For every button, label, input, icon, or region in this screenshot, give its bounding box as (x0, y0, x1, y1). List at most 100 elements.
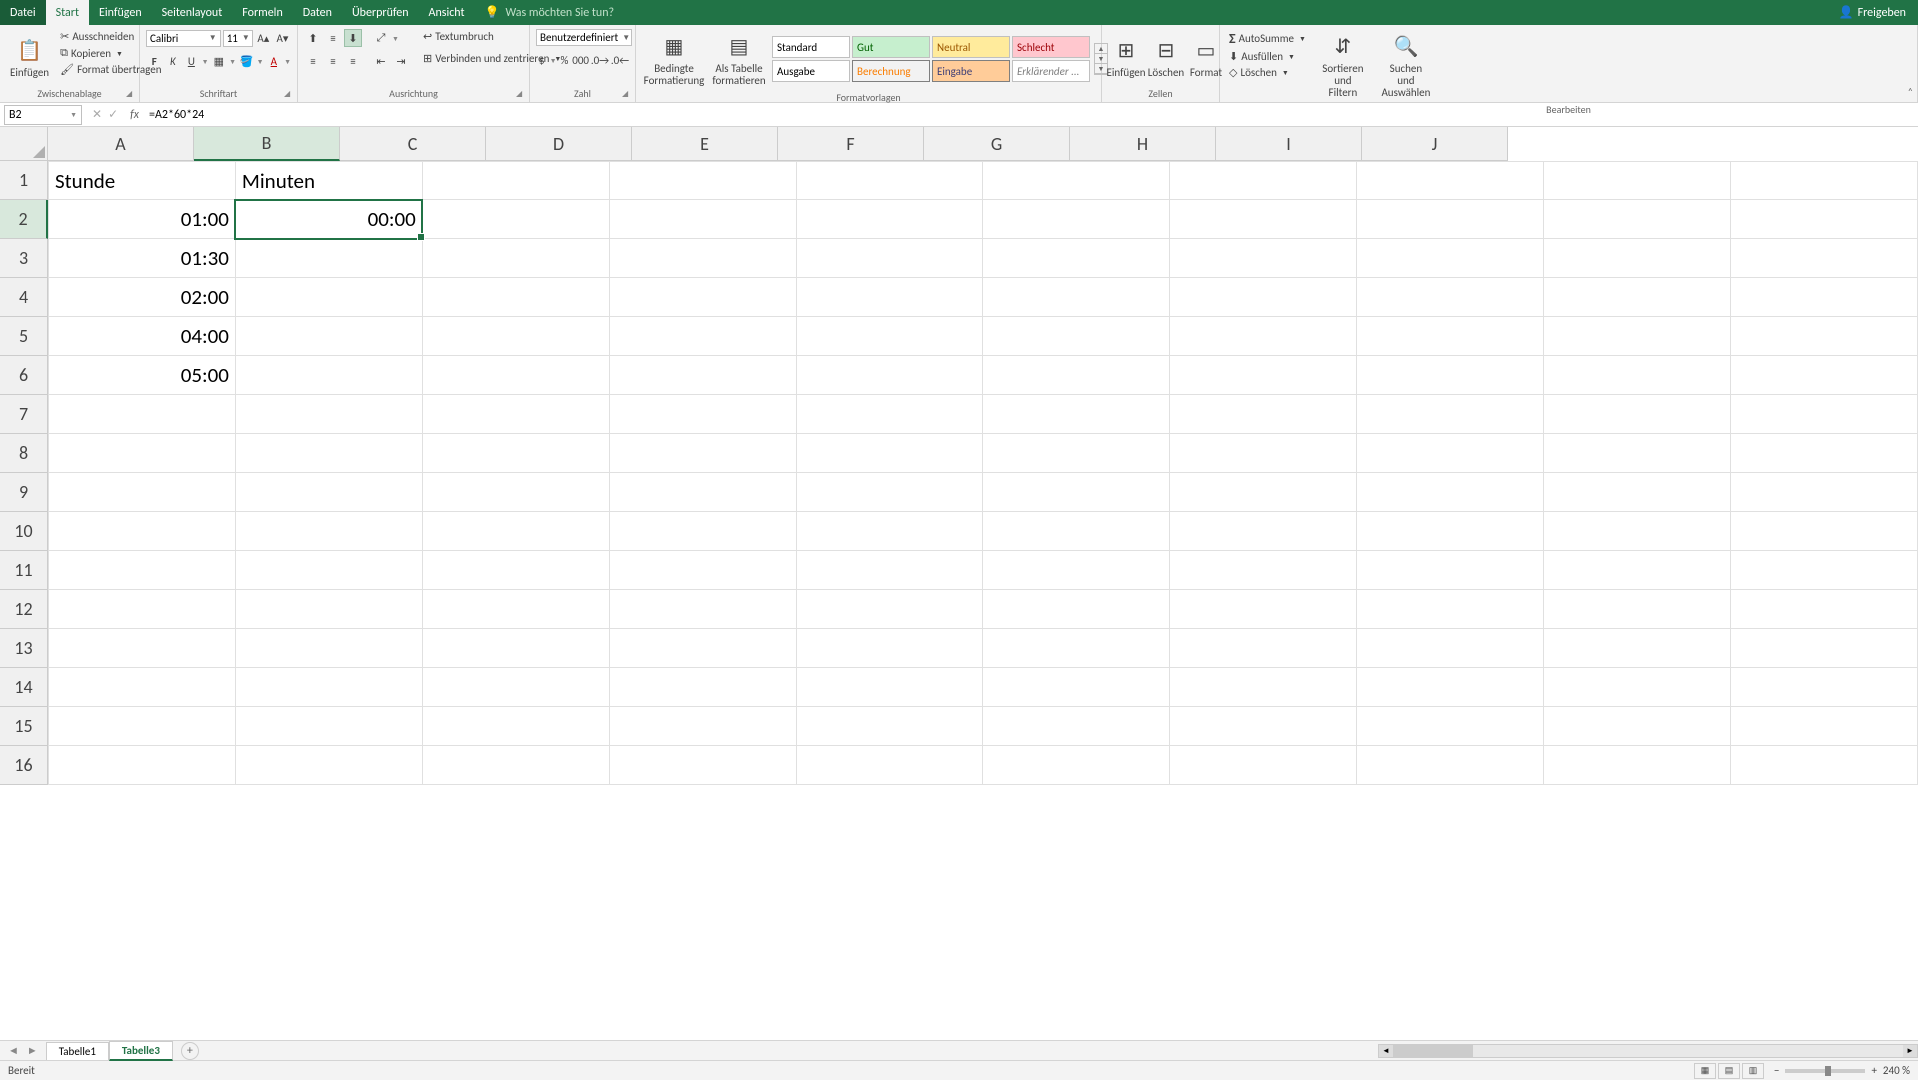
fill-button[interactable]: ⬇Ausfüllen▼ (1226, 49, 1309, 64)
cell-f13[interactable] (983, 629, 1170, 668)
row-header-13[interactable]: 13 (0, 629, 48, 668)
cell-b15[interactable] (235, 707, 422, 746)
cell-c16[interactable] (422, 746, 609, 785)
cell-g7[interactable] (1170, 395, 1357, 434)
cell-g5[interactable] (1170, 317, 1357, 356)
cell-a7[interactable] (49, 395, 236, 434)
column-header-d[interactable]: D (486, 127, 632, 161)
font-size-combo[interactable]: 11▼ (223, 30, 253, 47)
cell-a8[interactable] (49, 434, 236, 473)
cell-f7[interactable] (983, 395, 1170, 434)
cell-g1[interactable] (1170, 162, 1357, 200)
cell-a16[interactable] (49, 746, 236, 785)
cell-b14[interactable] (235, 668, 422, 707)
column-header-f[interactable]: F (778, 127, 924, 161)
cell-a2[interactable]: 01:00 (49, 200, 236, 239)
column-header-h[interactable]: H (1070, 127, 1216, 161)
fill-color-button[interactable]: 🪣 (238, 52, 255, 70)
cell-e15[interactable] (796, 707, 983, 746)
column-header-a[interactable]: A (48, 127, 194, 161)
cell-h10[interactable] (1357, 512, 1544, 551)
italic-button[interactable]: K (165, 52, 182, 70)
row-header-6[interactable]: 6 (0, 356, 48, 395)
cell-i4[interactable] (1544, 278, 1731, 317)
tab-file[interactable]: Datei (0, 0, 46, 25)
tab-pagelayout[interactable]: Seitenlayout (152, 0, 233, 25)
cell-j1[interactable] (1731, 162, 1918, 200)
cell-c1[interactable] (422, 162, 609, 200)
cell-i5[interactable] (1544, 317, 1731, 356)
cell-c3[interactable] (422, 239, 609, 278)
cell-g12[interactable] (1170, 590, 1357, 629)
cancel-formula-button[interactable]: ✕ (92, 107, 102, 122)
decrease-indent-button[interactable]: ⇤ (372, 52, 390, 70)
style-standard[interactable]: Standard (772, 36, 850, 58)
cell-c5[interactable] (422, 317, 609, 356)
cell-d5[interactable] (609, 317, 796, 356)
cell-a5[interactable]: 04:00 (49, 317, 236, 356)
cell-f2[interactable] (983, 200, 1170, 239)
cell-d4[interactable] (609, 278, 796, 317)
cell-j13[interactable] (1731, 629, 1918, 668)
orientation-button[interactable]: ⤢ (372, 29, 390, 47)
view-page-layout-button[interactable]: ▤ (1718, 1063, 1740, 1079)
style-berechnung[interactable]: Berechnung (852, 60, 930, 82)
row-header-15[interactable]: 15 (0, 707, 48, 746)
cell-i10[interactable] (1544, 512, 1731, 551)
cell-e13[interactable] (796, 629, 983, 668)
hscroll-left-button[interactable]: ◄ (1379, 1045, 1393, 1057)
zoom-in-button[interactable]: + (1871, 1064, 1876, 1077)
cell-h7[interactable] (1357, 395, 1544, 434)
cell-d3[interactable] (609, 239, 796, 278)
bold-button[interactable]: F (146, 52, 163, 70)
style-gut[interactable]: Gut (852, 36, 930, 58)
style-erklaerend[interactable]: Erklärender ... (1012, 60, 1090, 82)
cell-a10[interactable] (49, 512, 236, 551)
decrease-font-button[interactable]: A▾ (274, 29, 291, 47)
cell-f15[interactable] (983, 707, 1170, 746)
cell-h2[interactable] (1357, 200, 1544, 239)
cell-e5[interactable] (796, 317, 983, 356)
cell-b13[interactable] (235, 629, 422, 668)
cell-j16[interactable] (1731, 746, 1918, 785)
cell-e14[interactable] (796, 668, 983, 707)
cell-b16[interactable] (235, 746, 422, 785)
cell-c4[interactable] (422, 278, 609, 317)
cell-b5[interactable] (235, 317, 422, 356)
cell-b1[interactable]: Minuten (235, 162, 422, 200)
cell-b4[interactable] (235, 278, 422, 317)
cell-b3[interactable] (235, 239, 422, 278)
cell-h13[interactable] (1357, 629, 1544, 668)
cell-h1[interactable] (1357, 162, 1544, 200)
cell-b6[interactable] (235, 356, 422, 395)
add-sheet-button[interactable]: + (181, 1042, 199, 1060)
cell-d9[interactable] (609, 473, 796, 512)
sheet-nav-prev[interactable]: ◄ (8, 1044, 19, 1057)
cell-d2[interactable] (609, 200, 796, 239)
cell-d12[interactable] (609, 590, 796, 629)
column-header-c[interactable]: C (340, 127, 486, 161)
cell-i3[interactable] (1544, 239, 1731, 278)
cell-i9[interactable] (1544, 473, 1731, 512)
cell-j15[interactable] (1731, 707, 1918, 746)
cell-h4[interactable] (1357, 278, 1544, 317)
row-header-2[interactable]: 2 (0, 200, 48, 239)
cell-h14[interactable] (1357, 668, 1544, 707)
style-ausgabe[interactable]: Ausgabe (772, 60, 850, 82)
underline-button[interactable]: U (183, 52, 200, 70)
cell-d14[interactable] (609, 668, 796, 707)
name-box[interactable]: B2 ▼ (4, 105, 82, 125)
cell-i11[interactable] (1544, 551, 1731, 590)
cell-f8[interactable] (983, 434, 1170, 473)
row-header-14[interactable]: 14 (0, 668, 48, 707)
tab-start[interactable]: Start (46, 0, 89, 25)
cell-h9[interactable] (1357, 473, 1544, 512)
cell-d8[interactable] (609, 434, 796, 473)
cell-g3[interactable] (1170, 239, 1357, 278)
cell-a3[interactable]: 01:30 (49, 239, 236, 278)
cell-j14[interactable] (1731, 668, 1918, 707)
cell-a15[interactable] (49, 707, 236, 746)
cell-b9[interactable] (235, 473, 422, 512)
cell-g8[interactable] (1170, 434, 1357, 473)
cell-i6[interactable] (1544, 356, 1731, 395)
